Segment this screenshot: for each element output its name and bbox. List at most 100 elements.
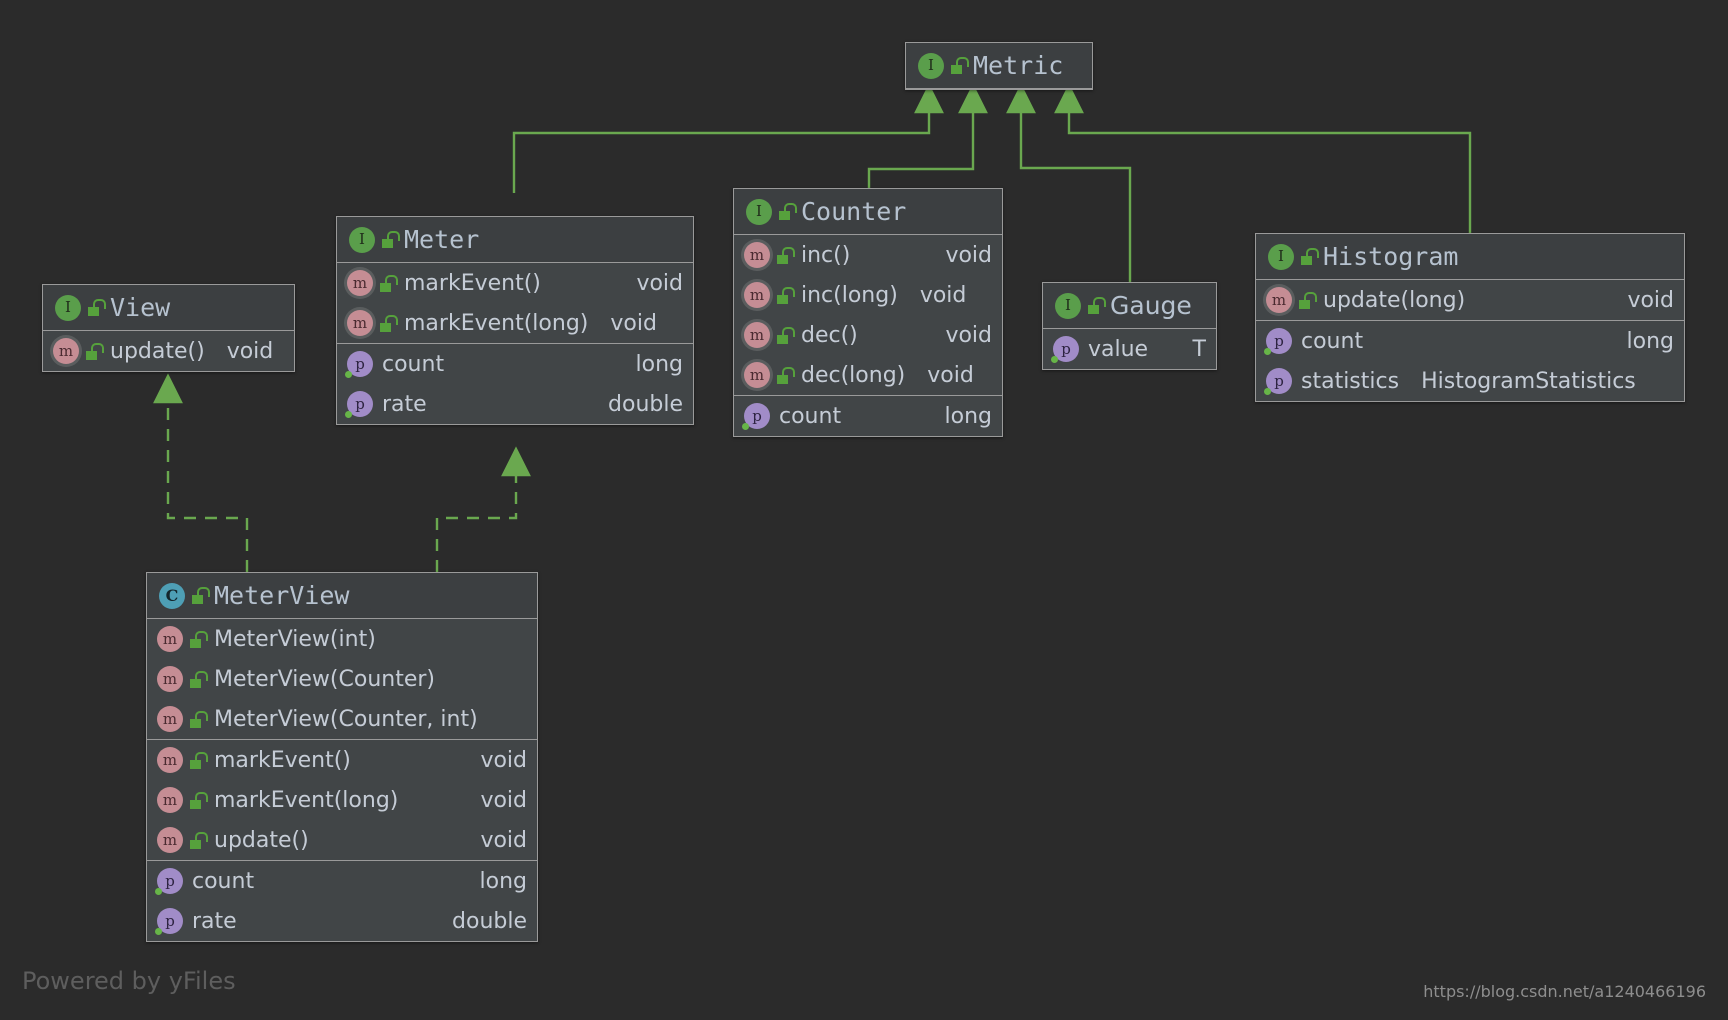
member-row[interactable]: m markEvent(long) void	[337, 303, 693, 343]
class-name-metric: Metric	[973, 51, 1063, 80]
class-name-counter: Counter	[801, 197, 906, 226]
edge-meterview-view	[168, 402, 247, 572]
member-name: rate	[382, 392, 427, 417]
property-icon: p	[157, 868, 183, 894]
property-icon: p	[157, 908, 183, 934]
source-watermark: https://blog.csdn.net/a1240466196	[1423, 982, 1706, 1001]
member-row[interactable]: p count long	[734, 396, 1002, 436]
member-type: HistogramStatistics	[1407, 369, 1636, 394]
member-type: double	[438, 909, 527, 934]
class-header-counter: I Counter	[734, 189, 1002, 235]
method-icon: m	[157, 706, 183, 732]
member-type: void	[906, 283, 967, 308]
member-name: update()	[214, 828, 309, 853]
member-row[interactable]: m update() void	[43, 331, 294, 371]
unlock-icon	[190, 832, 206, 849]
constructors-section-meterview: m MeterView(int) m MeterView(Counter) m …	[147, 619, 537, 740]
member-row[interactable]: m markEvent(long) void	[147, 780, 537, 820]
class-icon: C	[159, 583, 185, 609]
member-row[interactable]: m dec() void	[734, 315, 1002, 355]
member-row[interactable]: p count long	[337, 344, 693, 384]
member-type: void	[596, 311, 657, 336]
class-box-meterview[interactable]: C MeterView m MeterView(int) m MeterView…	[146, 572, 538, 942]
method-icon: m	[157, 626, 183, 652]
edge-meterview-meter	[437, 475, 516, 572]
unlock-icon	[951, 57, 967, 74]
method-icon: m	[347, 270, 373, 296]
member-type: double	[594, 392, 683, 417]
edge-counter-metric	[869, 112, 973, 188]
member-type: void	[213, 339, 274, 364]
member-row[interactable]: m MeterView(Counter, int)	[147, 699, 537, 739]
method-icon: m	[157, 787, 183, 813]
member-type: void	[622, 271, 683, 296]
member-type: void	[931, 323, 992, 348]
class-box-view[interactable]: I View m update() void	[42, 284, 295, 372]
class-box-metric[interactable]: I Metric	[905, 42, 1093, 90]
unlock-icon	[1301, 248, 1317, 265]
unlock-icon	[382, 231, 398, 248]
method-icon: m	[347, 310, 373, 336]
member-type: void	[931, 243, 992, 268]
class-name-meter: Meter	[404, 225, 479, 254]
member-row[interactable]: m MeterView(int)	[147, 619, 537, 659]
member-name: markEvent()	[214, 748, 351, 773]
method-icon: m	[53, 338, 79, 364]
member-row[interactable]: m inc(long) void	[734, 275, 1002, 315]
member-name: count	[192, 869, 254, 894]
methods-section-meterview: m markEvent() void m markEvent(long) voi…	[147, 740, 537, 861]
properties-section-counter: p count long	[734, 396, 1002, 436]
class-name-view: View	[110, 293, 170, 322]
member-name: rate	[192, 909, 237, 934]
member-name: inc(long)	[801, 283, 898, 308]
unlock-icon	[380, 275, 396, 292]
edge-meter-metric	[514, 112, 929, 193]
method-icon: m	[744, 282, 770, 308]
class-box-histogram[interactable]: I Histogram m update(long) void p count …	[1255, 233, 1685, 402]
class-box-counter[interactable]: I Counter m inc() void m inc(long) void …	[733, 188, 1003, 437]
member-row[interactable]: m MeterView(Counter)	[147, 659, 537, 699]
method-icon: m	[157, 666, 183, 692]
property-icon: p	[1053, 336, 1079, 362]
unlock-icon	[86, 343, 102, 360]
unlock-icon	[777, 247, 793, 264]
member-name: count	[779, 404, 841, 429]
class-header-gauge: I Gauge	[1043, 283, 1216, 329]
member-name: update(long)	[1323, 288, 1465, 313]
member-row[interactable]: m update() void	[147, 820, 537, 860]
member-name: count	[382, 352, 444, 377]
member-row[interactable]: m markEvent() void	[337, 263, 693, 303]
interface-icon: I	[1055, 293, 1081, 319]
member-type: void	[466, 788, 527, 813]
property-icon: p	[347, 391, 373, 417]
property-icon: p	[744, 403, 770, 429]
member-name: markEvent()	[404, 271, 541, 296]
member-row[interactable]: p count long	[147, 861, 537, 901]
edge-histogram-metric	[1069, 112, 1470, 233]
unlock-icon	[777, 367, 793, 384]
class-header-meter: I Meter	[337, 217, 693, 263]
member-row[interactable]: p count long	[1256, 321, 1684, 361]
member-name: inc()	[801, 243, 850, 268]
class-box-gauge[interactable]: I Gauge p value T	[1042, 282, 1217, 370]
member-row[interactable]: p rate double	[337, 384, 693, 424]
properties-section-meterview: p count long p rate double	[147, 861, 537, 941]
unlock-icon	[380, 315, 396, 332]
methods-section-counter: m inc() void m inc(long) void m dec() vo…	[734, 235, 1002, 396]
class-box-meter[interactable]: I Meter m markEvent() void m markEvent(l…	[336, 216, 694, 425]
member-row[interactable]: p value T	[1043, 329, 1216, 369]
yfiles-attribution: Powered by yFiles	[22, 967, 236, 995]
method-icon: m	[744, 242, 770, 268]
arrowhead-meterview-meter	[503, 449, 529, 475]
member-type: long	[622, 352, 683, 377]
unlock-icon	[190, 792, 206, 809]
interface-icon: I	[1268, 244, 1294, 270]
member-row[interactable]: p statistics HistogramStatistics	[1256, 361, 1684, 401]
member-row[interactable]: m update(long) void	[1256, 280, 1684, 320]
member-row[interactable]: m markEvent() void	[147, 740, 537, 780]
methods-section-meter: m markEvent() void m markEvent(long) voi…	[337, 263, 693, 344]
member-row[interactable]: p rate double	[147, 901, 537, 941]
member-row[interactable]: m dec(long) void	[734, 355, 1002, 395]
member-row[interactable]: m inc() void	[734, 235, 1002, 275]
method-icon: m	[157, 747, 183, 773]
